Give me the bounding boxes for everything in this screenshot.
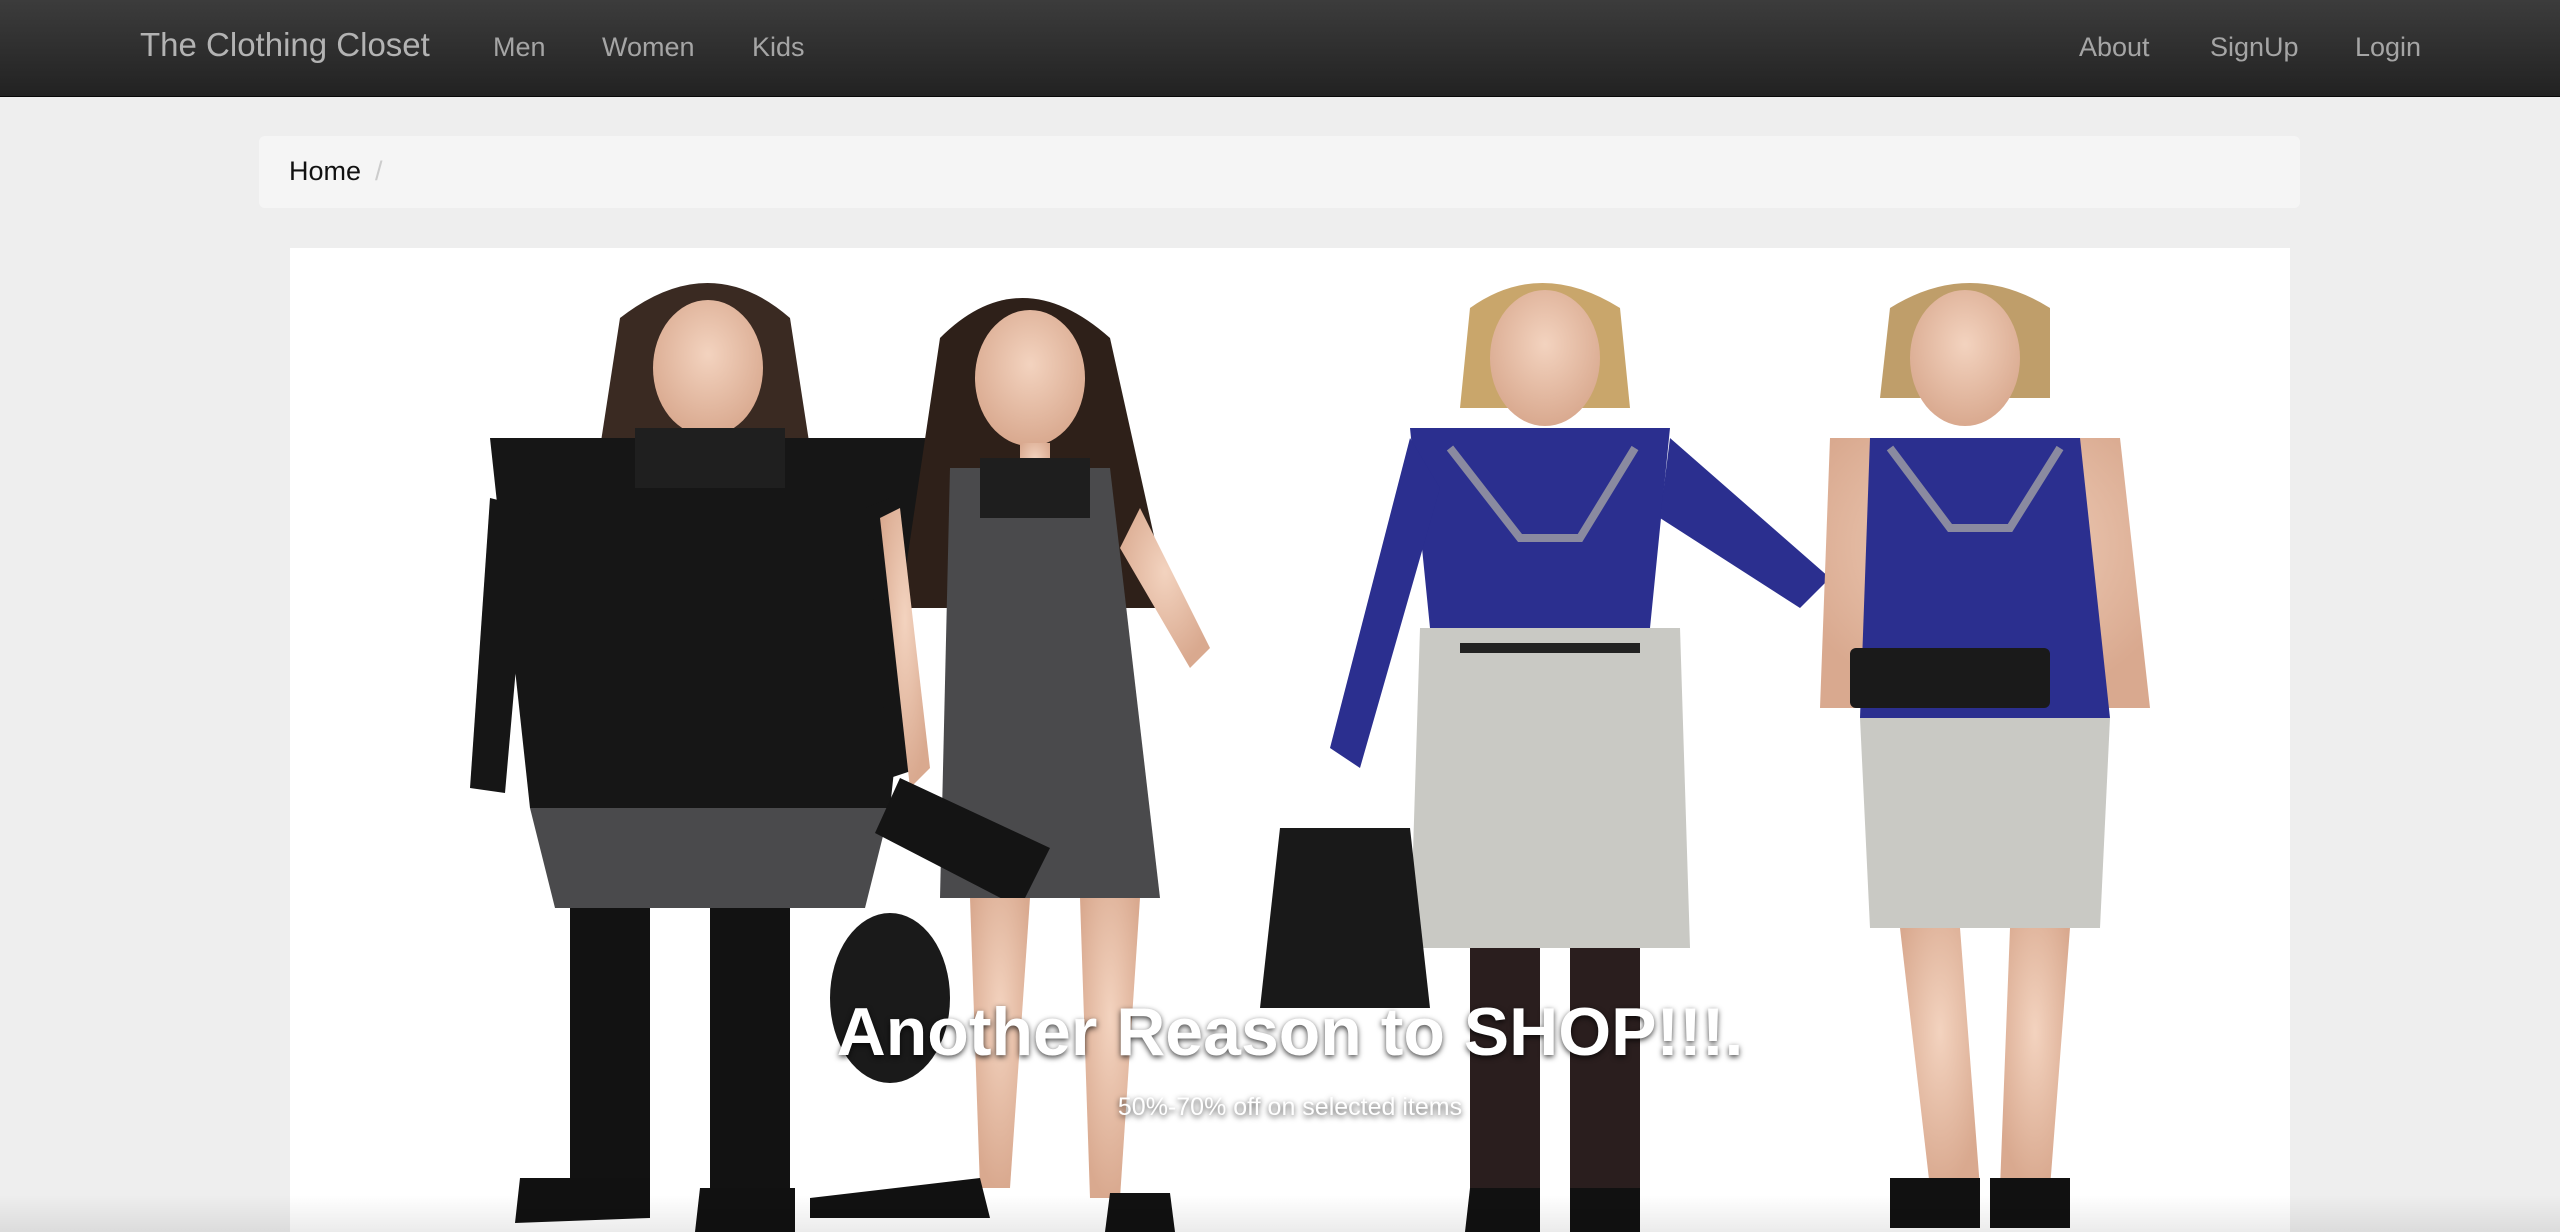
nav-link-men[interactable]: Men bbox=[493, 32, 546, 63]
page-bottom-shadow bbox=[0, 1195, 2560, 1232]
nav-link-kids[interactable]: Kids bbox=[752, 32, 805, 63]
top-navbar: The Clothing Closet Men Women Kids About… bbox=[0, 0, 2560, 97]
nav-link-women[interactable]: Women bbox=[602, 32, 695, 63]
carousel-caption-text: 50%-70% off on selected items bbox=[1117, 1093, 1463, 1121]
carousel-photo-four-women bbox=[290, 248, 2290, 1232]
nav-link-login[interactable]: Login bbox=[2355, 32, 2421, 63]
chevron-left-icon bbox=[433, 747, 467, 809]
chevron-right-icon bbox=[2113, 747, 2147, 809]
breadcrumb-separator: / bbox=[375, 156, 383, 186]
carousel-prev-control[interactable] bbox=[410, 718, 490, 838]
carousel-next-control[interactable] bbox=[2090, 718, 2170, 838]
nav-link-signup[interactable]: SignUp bbox=[2210, 32, 2299, 63]
breadcrumb-home-link[interactable]: Home bbox=[289, 156, 361, 187]
nav-link-about[interactable]: About bbox=[2079, 32, 2150, 63]
brand-link[interactable]: The Clothing Closet bbox=[140, 26, 430, 64]
hero-carousel: Another Reason to SHOP!!!. 50%-70% off o… bbox=[290, 248, 2290, 1232]
breadcrumb: Home / bbox=[259, 136, 2300, 208]
carousel-caption-title: Another Reason to SHOP!!!. bbox=[836, 994, 1744, 1070]
